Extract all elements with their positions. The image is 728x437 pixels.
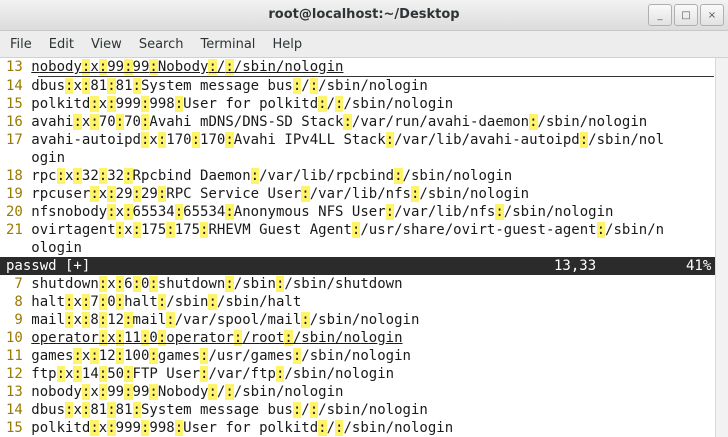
- line-text: operator:x:11:0:operator:/root:/sbin/nol…: [31, 330, 403, 346]
- line-text: avahi-autoipd:x:170:170:Avahi IPv4LL Sta…: [31, 132, 665, 148]
- text-line: 19 rpcuser:x:29:29:RPC Service User:/var…: [0, 185, 728, 203]
- wrapped-line: ologin: [0, 239, 728, 257]
- close-button[interactable]: ×: [700, 4, 724, 26]
- text-line: 8 halt:x:7:0:halt:/sbin:/sbin/halt: [0, 293, 728, 311]
- line-number: 20: [6, 204, 32, 220]
- line-text: rpc:x:32:32:Rpcbind Daemon:/var/lib/rpcb…: [31, 168, 513, 184]
- minimize-button[interactable]: _: [648, 4, 672, 26]
- line-number: 13: [6, 384, 32, 400]
- menu-edit[interactable]: Edit: [39, 37, 81, 52]
- editor-pane-top[interactable]: 13 nobody:x:99:99:Nobody:/:/sbin/nologin…: [0, 58, 728, 257]
- text-line: 14 dbus:x:81:81:System message bus:/:/sb…: [0, 77, 728, 95]
- line-number: 15: [6, 96, 32, 112]
- text-line: 13 nobody:x:99:99:Nobody:/:/sbin/nologin: [0, 58, 728, 76]
- line-text: ovirtagent:x:175:175:RHEVM Guest Agent:/…: [31, 222, 665, 238]
- line-text: ogin: [31, 150, 66, 166]
- line-number: 14: [6, 78, 32, 94]
- text-line: 12 ftp:x:14:50:FTP User:/var/ftp:/sbin/n…: [0, 365, 728, 383]
- scrollbar[interactable]: [715, 58, 728, 437]
- line-text: halt:x:7:0:halt:/sbin:/sbin/halt: [31, 294, 302, 310]
- wrapped-line: ogin: [0, 149, 728, 167]
- menu-bar: File Edit View Search Terminal Help: [0, 31, 728, 58]
- text-line: 11 games:x:12:100:games:/usr/games:/sbin…: [0, 347, 728, 365]
- text-line: 17 avahi-autoipd:x:170:170:Avahi IPv4LL …: [0, 131, 728, 149]
- line-number: 11: [6, 348, 32, 364]
- line-text: polkitd:x:999:998:User for polkitd:/:/sb…: [31, 420, 454, 436]
- text-line: 15 polkitd:x:999:998:User for polkitd:/:…: [0, 95, 728, 113]
- line-text: games:x:12:100:games:/usr/games:/sbin/no…: [31, 348, 411, 364]
- text-line: 14 dbus:x:81:81:System message bus:/:/sb…: [0, 401, 728, 419]
- status-position: 13,33: [554, 258, 597, 274]
- menu-search[interactable]: Search: [129, 37, 191, 52]
- menu-terminal[interactable]: Terminal: [190, 37, 262, 52]
- status-percent: 41%: [686, 258, 712, 274]
- line-text: dbus:x:81:81:System message bus:/:/sbin/…: [31, 78, 428, 94]
- text-line: 9 mail:x:8:12:mail:/var/spool/mail:/sbin…: [0, 311, 728, 329]
- text-line: 16 avahi:x:70:70:Avahi mDNS/DNS-SD Stack…: [0, 113, 728, 131]
- line-number: 16: [6, 114, 32, 130]
- line-number: 18: [6, 168, 32, 184]
- editor-pane-bottom[interactable]: 7 shutdown:x:6:0:shutdown:/sbin:/sbin/sh…: [0, 275, 728, 437]
- text-line: 15 polkitd:x:999:998:User for polkitd:/:…: [0, 419, 728, 437]
- line-number: 15: [6, 420, 32, 436]
- line-number: 12: [6, 366, 32, 382]
- menu-view[interactable]: View: [81, 37, 129, 52]
- text-line: 21 ovirtagent:x:175:175:RHEVM Guest Agen…: [0, 221, 728, 239]
- text-line: 20 nfsnobody:x:65534:65534:Anonymous NFS…: [0, 203, 728, 221]
- line-number: 13: [6, 59, 32, 75]
- line-text: avahi:x:70:70:Avahi mDNS/DNS-SD Stack:/v…: [31, 114, 648, 130]
- maximize-button[interactable]: □: [674, 4, 698, 26]
- line-text: nobody:x:99:99:Nobody:/:/sbin/nologin: [31, 384, 344, 400]
- line-number: 17: [6, 132, 32, 148]
- line-text: polkitd:x:999:998:User for polkitd:/:/sb…: [31, 96, 454, 112]
- text-line: 13 nobody:x:99:99:Nobody:/:/sbin/nologin: [0, 383, 728, 401]
- status-filename: passwd [+]: [6, 258, 91, 274]
- line-text: nobody:x:99:99:Nobody:/:/sbin/nologin: [31, 59, 344, 75]
- line-text: rpcuser:x:29:29:RPC Service User:/var/li…: [31, 186, 530, 202]
- terminal-area[interactable]: 13 nobody:x:99:99:Nobody:/:/sbin/nologin…: [0, 58, 728, 437]
- line-text: shutdown:x:6:0:shutdown:/sbin:/sbin/shut…: [31, 276, 403, 292]
- line-text: dbus:x:81:81:System message bus:/:/sbin/…: [31, 402, 428, 418]
- text-line: 18 rpc:x:32:32:Rpcbind Daemon:/var/lib/r…: [0, 167, 728, 185]
- title-bar: root@localhost:~/Desktop _ □ ×: [0, 0, 728, 31]
- line-text: ftp:x:14:50:FTP User:/var/ftp:/sbin/nolo…: [31, 366, 395, 382]
- line-text: mail:x:8:12:mail:/var/spool/mail:/sbin/n…: [31, 312, 420, 328]
- menu-file[interactable]: File: [0, 37, 39, 52]
- window-title: root@localhost:~/Desktop: [268, 7, 460, 22]
- text-line: 7 shutdown:x:6:0:shutdown:/sbin:/sbin/sh…: [0, 275, 728, 293]
- menu-help[interactable]: Help: [262, 37, 309, 52]
- line-text: ologin: [31, 240, 82, 256]
- vim-status-line: passwd [+] 13,33 41%: [0, 257, 728, 275]
- text-line: 10 operator:x:11:0:operator:/root:/sbin/…: [0, 329, 728, 347]
- line-number: 21: [6, 222, 32, 238]
- line-number: 14: [6, 402, 32, 418]
- line-text: nfsnobody:x:65534:65534:Anonymous NFS Us…: [31, 204, 614, 220]
- line-number: 19: [6, 186, 32, 202]
